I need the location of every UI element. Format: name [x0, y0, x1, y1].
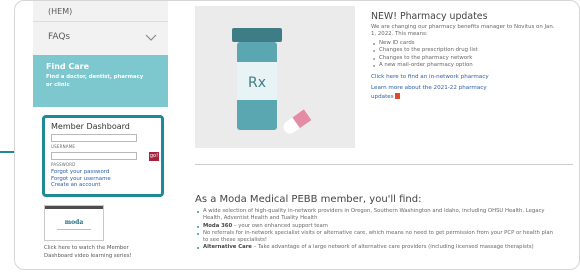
pdf-icon — [394, 92, 400, 99]
section-divider — [195, 164, 573, 165]
create-account-link[interactable]: Create an account — [51, 182, 161, 189]
pharmacy-image: Rx — [195, 6, 355, 148]
go-button[interactable]: go! — [149, 151, 159, 161]
password-label: PASSWORD — [51, 162, 76, 167]
sidebar-item-hem[interactable]: (HEM) — [33, 1, 168, 21]
member-dashboard-title: Member Dashboard — [51, 122, 130, 131]
chevron-down-icon — [145, 34, 157, 41]
video-line — [57, 229, 91, 230]
username-field[interactable] — [51, 134, 137, 142]
video-caption-link[interactable]: Click here to watch the Member Dashboard… — [44, 245, 136, 260]
pharmacy-heading: NEW! Pharmacy updates — [371, 11, 488, 22]
sidebar-item-label: (HEM) — [48, 7, 73, 16]
pill-bottle-icon: Rx — [232, 28, 312, 134]
learn-more-pharmacy-link[interactable]: Learn more about the 2021-22 pharmacy up… — [371, 85, 493, 101]
find-care-title: Find Care — [46, 62, 90, 71]
video-header-bar — [45, 206, 103, 209]
sidebar-item-label: FAQs — [48, 32, 71, 42]
list-item: A new mail-order pharmacy option — [371, 62, 571, 70]
sidebar-item-faqs[interactable]: FAQs — [33, 21, 168, 55]
password-field[interactable] — [51, 152, 137, 160]
forgot-password-link[interactable]: Forgot your password — [51, 169, 161, 176]
list-item: Changes to the pharmacy network — [371, 55, 571, 63]
dashboard-video-thumbnail[interactable]: moda — [44, 205, 104, 241]
svg-text:Rx: Rx — [248, 75, 266, 91]
member-heading: As a Moda Medical PEBB member, you'll fi… — [195, 194, 422, 205]
pharmacy-bullet-list: New ID cards Changes to the prescription… — [371, 40, 571, 70]
pharmacy-intro: We are changing our pharmacy benefits ma… — [371, 24, 555, 38]
password-row: go! — [51, 149, 161, 162]
learn-more-label: Learn more about the 2021-22 pharmacy up… — [371, 85, 487, 100]
moda-logo: moda — [64, 219, 84, 226]
member-bullet-list: A wide selection of high-quality in-netw… — [195, 208, 573, 252]
find-care-subtitle: Find a doctor, dentist, pharmacy or clin… — [46, 74, 144, 88]
member-dashboard-login: Member Dashboard USERNAME go! PASSWORD F… — [42, 115, 164, 197]
sidebar: (HEM) FAQs Find Care Find a doctor, dent… — [33, 1, 168, 269]
member-benefits: As a Moda Medical PEBB member, you'll fi… — [195, 194, 573, 252]
pharmacy-updates: NEW! Pharmacy updates We are changing ou… — [371, 11, 571, 101]
forgot-username-link[interactable]: Forgot your username — [51, 176, 161, 183]
find-care-button[interactable]: Find Care Find a doctor, dentist, pharma… — [33, 55, 168, 107]
list-item: A wide selection of high-quality in-netw… — [195, 208, 555, 223]
zoomed-page-frame: (HEM) FAQs Find Care Find a doctor, dent… — [14, 0, 580, 270]
list-item: Moda 360 – your own enhanced support tea… — [195, 223, 555, 230]
list-item: Changes to the prescription drug list — [371, 47, 571, 55]
list-item: Alternative Care – Take advantage of a l… — [195, 244, 555, 251]
list-item: No referrals for in-network specialist v… — [195, 230, 555, 245]
list-item: New ID cards — [371, 40, 571, 48]
find-pharmacy-link[interactable]: Click here to find an in-network pharmac… — [371, 74, 571, 81]
